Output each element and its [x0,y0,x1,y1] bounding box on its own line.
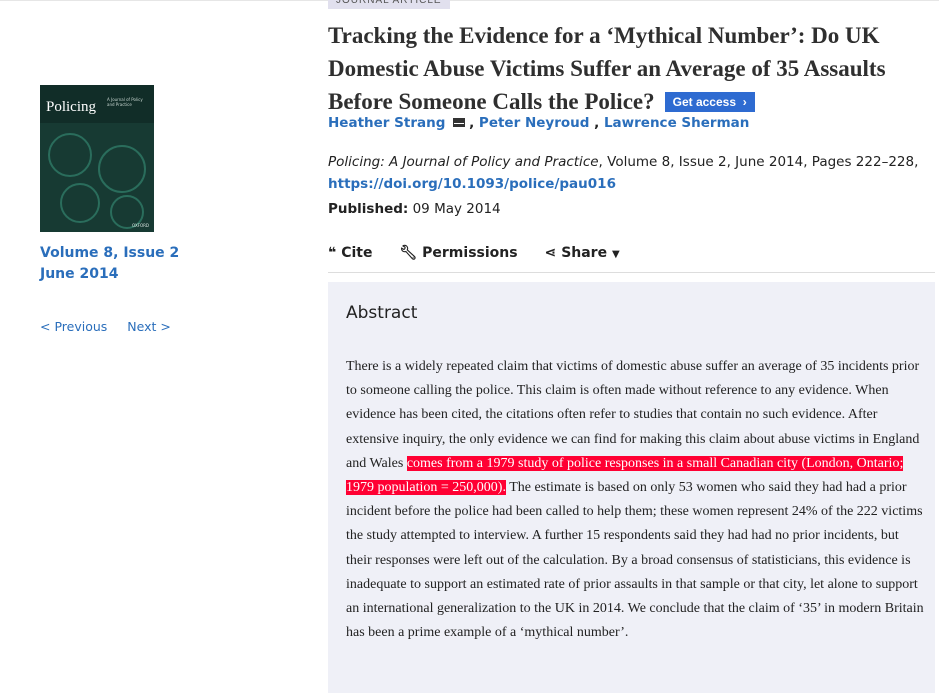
author-link[interactable]: Heather Strang [328,115,445,131]
article-type-badge: JOURNAL ARTICLE [328,0,450,9]
share-icon: ⋖ [544,245,557,261]
chevron-right-icon: › [742,95,747,109]
cover-pattern [48,133,92,177]
author-link[interactable]: Lawrence Sherman [604,115,749,131]
cover-publisher: OXFORD [132,223,149,228]
cover-title: Policing [46,99,97,115]
previous-link[interactable]: < Previous [40,319,107,334]
cover-subtitle: A Journal of Policy and Practice [107,97,143,107]
caret-down-icon: ▼ [611,249,620,260]
issue-pager: < Previous Next > [40,319,171,334]
get-access-label: Get access [672,95,737,109]
cover-pattern [60,183,100,223]
tools-divider [328,272,935,273]
article-title: Tracking the Evidence for a ‘Mythical Nu… [328,19,928,118]
share-button[interactable]: ⋖ Share ▼ [544,245,619,261]
author-separator: , [594,115,604,131]
published-label: Published: [328,201,409,217]
abstract-text-before: There is a widely repeated claim that vi… [346,359,920,471]
envelope-icon[interactable] [453,118,466,127]
quote-icon: ❝ [328,245,337,261]
abstract-heading: Abstract [346,303,418,323]
cite-label: Cite [341,245,373,261]
top-border [0,0,939,6]
published-date: Published: 09 May 2014 [328,201,501,217]
citation: Policing: A Journal of Policy and Practi… [328,151,938,195]
citation-details: , Volume 8, Issue 2, June 2014, Pages 22… [598,154,919,170]
article-tools: ❝ Cite 🔧︎ Permissions ⋖ Share ▼ [328,245,642,261]
cite-button[interactable]: ❝ Cite [328,245,372,261]
issue-volume[interactable]: Volume 8, Issue 2 [40,243,179,264]
abstract-text: There is a widely repeated claim that vi… [346,355,926,645]
author-link[interactable]: Peter Neyroud [479,115,589,131]
share-label: Share [561,245,608,261]
issue-date[interactable]: June 2014 [40,264,179,285]
author-separator: , [469,115,479,131]
next-link[interactable]: Next > [127,319,171,334]
journal-name: Policing: A Journal of Policy and Practi… [328,154,599,170]
doi-link[interactable]: https://doi.org/10.1093/police/pau016 [328,176,616,192]
cover-pattern [98,145,146,193]
abstract-text-after: The estimate is based on only 53 women w… [346,480,924,641]
published-value: 09 May 2014 [412,201,501,217]
permissions-label: Permissions [422,245,518,261]
author-list: Heather Strang , Peter Neyroud , Lawrenc… [328,115,749,131]
abstract-section: Abstract There is a widely repeated clai… [328,282,935,693]
journal-cover-image[interactable]: Policing A Journal of Policy and Practic… [40,85,154,232]
get-access-button[interactable]: Get access › [664,92,755,112]
permissions-button[interactable]: 🔧︎ Permissions [399,245,517,261]
issue-link[interactable]: Volume 8, Issue 2 June 2014 [40,243,179,285]
article-title-text: Tracking the Evidence for a ‘Mythical Nu… [328,23,886,114]
wrench-icon: 🔧︎ [399,245,418,261]
